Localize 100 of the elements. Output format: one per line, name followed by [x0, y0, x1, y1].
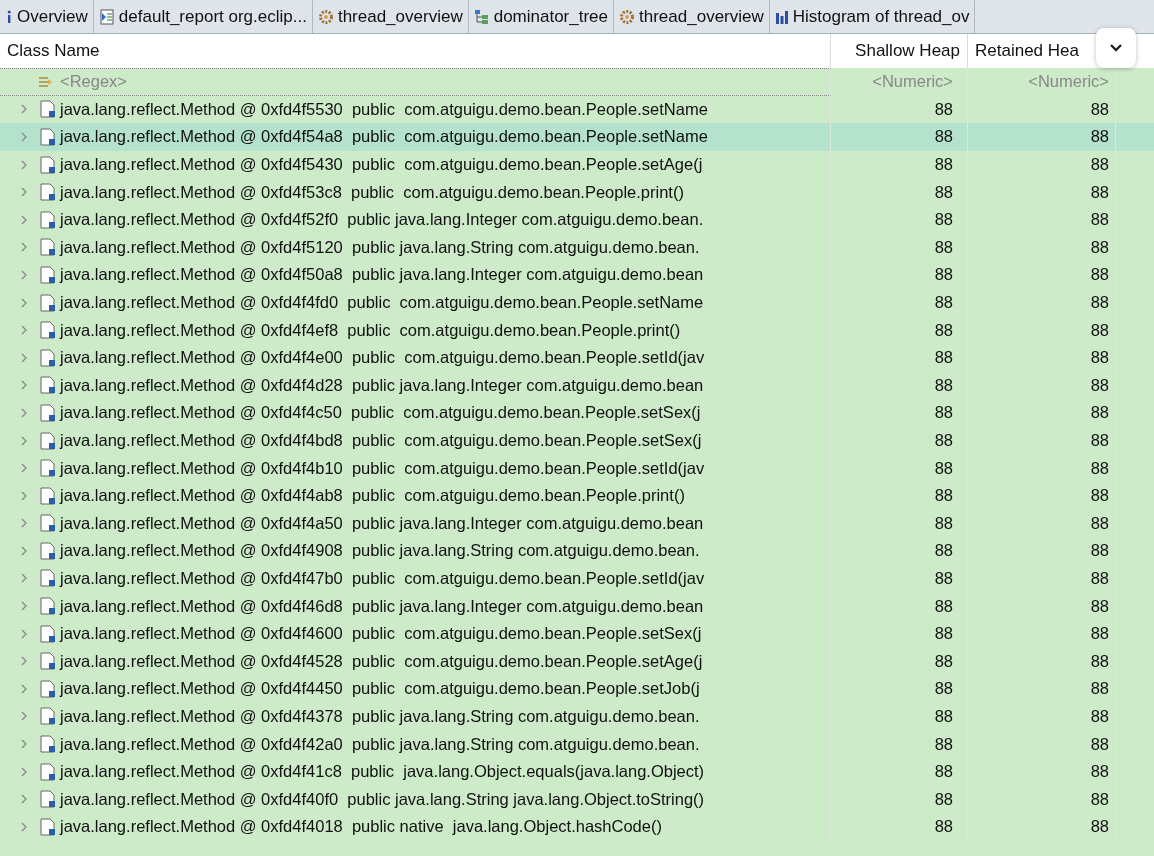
table-cell: 88: [831, 813, 968, 841]
expand-icon[interactable]: [20, 297, 28, 308]
class-name-text: java.lang.reflect.Method @ 0xfd4f4bd8 public com.atguigu.demo.bean.People.setSex(j: [60, 431, 702, 450]
column-header[interactable]: Shallow Heap: [831, 34, 968, 68]
editor-tab[interactable]: dominator_tree: [468, 0, 614, 33]
table-row[interactable]: java.lang.reflect.Method @ 0xfd4f4c50 public com.atguigu.demo.bean.People.setSex(j 88 88: [0, 399, 1154, 427]
editor-tab[interactable]: thread_overview: [312, 0, 469, 33]
expand-icon[interactable]: [20, 821, 28, 832]
table-row[interactable]: java.lang.reflect.Method @ 0xfd4f50a8 public java.lang.Integer com.atguigu.demo.bean 88 88: [0, 261, 1154, 289]
table-row[interactable]: java.lang.reflect.Method @ 0xfd4f4ab8 public com.atguigu.demo.bean.People.print() 88 88: [0, 481, 1154, 510]
class-name-text: java.lang.reflect.Method @ 0xfd4f4018 public native java.lang.Object.hashCode(): [60, 817, 662, 837]
table-row[interactable]: java.lang.reflect.Method @ 0xfd4f4600 public com.atguigu.demo.bean.People.setSex(j 88 88: [0, 619, 1154, 648]
expand-icon[interactable]: [20, 242, 28, 253]
table-row[interactable]: java.lang.reflect.Method @ 0xfd4f54a8 public com.atguigu.demo.bean.People.setName 88 88: [0, 123, 1154, 151]
object-icon: [40, 431, 56, 450]
table-cell: 88: [968, 785, 1116, 814]
table-row[interactable]: java.lang.reflect.Method @ 0xfd4f4908 public java.lang.String com.atguigu.demo.bean. 88 88: [0, 537, 1154, 565]
table-cell: 88: [831, 233, 968, 262]
table-row[interactable]: java.lang.reflect.Method @ 0xfd4f4bd8 public com.atguigu.demo.bean.People.setSex(j 88 88: [0, 426, 1154, 455]
table-row[interactable]: java.lang.reflect.Method @ 0xfd4f4a50 public java.lang.Integer com.atguigu.demo.bean 88 88: [0, 509, 1154, 538]
object-icon: [40, 348, 56, 367]
expand-icon[interactable]: [20, 187, 28, 198]
object-icon: [40, 624, 56, 643]
class-name-text: java.lang.reflect.Method @ 0xfd4f42a0 public java.lang.String com.atguigu.demo.bean.: [60, 734, 700, 754]
expand-icon[interactable]: [20, 766, 28, 777]
object-icon: [40, 762, 56, 781]
expand-icon[interactable]: [20, 573, 28, 584]
object-icon: [40, 100, 56, 119]
table-row[interactable]: java.lang.reflect.Method @ 0xfd4f4fd0 public com.atguigu.demo.bean.People.setName 88 88: [0, 288, 1154, 317]
expand-icon[interactable]: [20, 739, 28, 750]
table-row[interactable]: java.lang.reflect.Method @ 0xfd4f4528 public com.atguigu.demo.bean.People.setAge(j 88 88: [0, 647, 1154, 676]
expand-icon[interactable]: [20, 325, 28, 336]
table-cell: 88: [831, 481, 968, 510]
expand-icon[interactable]: [20, 711, 28, 722]
expand-icon[interactable]: [20, 490, 28, 501]
object-icon: [40, 293, 56, 312]
table-cell: 88: [831, 785, 968, 814]
object-icon: [40, 210, 56, 229]
column-header[interactable]: Class Name: [0, 34, 831, 68]
table-row[interactable]: java.lang.reflect.Method @ 0xfd4f42a0 public java.lang.String com.atguigu.demo.bean. 88 88: [0, 730, 1154, 758]
table-row[interactable]: java.lang.reflect.Method @ 0xfd4f47b0 public com.atguigu.demo.bean.People.setId(jav 88 88: [0, 564, 1154, 593]
expand-icon[interactable]: [20, 435, 28, 446]
editor-tab[interactable]: default_report org.eclip...: [93, 0, 313, 33]
class-name-text: java.lang.reflect.Method @ 0xfd4f4600 public com.atguigu.demo.bean.People.setSex(j: [60, 624, 702, 644]
table-cell: 88: [968, 426, 1116, 455]
expand-icon[interactable]: [20, 628, 28, 639]
table-cell: 88: [968, 647, 1116, 676]
object-icon: [40, 735, 56, 754]
table-cell: 88: [968, 702, 1116, 731]
table-row[interactable]: java.lang.reflect.Method @ 0xfd4f53c8 public com.atguigu.demo.bean.People.print() 88 88: [0, 178, 1154, 206]
class-name-text: java.lang.reflect.Method @ 0xfd4f53c8 public com.atguigu.demo.bean.People.print(): [60, 182, 684, 202]
expand-icon[interactable]: [20, 159, 28, 170]
table-cell: 88: [968, 730, 1116, 758]
expand-icon[interactable]: [20, 132, 28, 142]
table-cell: 88: [831, 261, 968, 289]
table-cell: 88: [968, 343, 1116, 372]
table-row[interactable]: java.lang.reflect.Method @ 0xfd4f5430 public com.atguigu.demo.bean.People.setAge(j 88 88: [0, 150, 1154, 179]
expand-icon[interactable]: [20, 380, 28, 391]
table-row[interactable]: java.lang.reflect.Method @ 0xfd4f40f0 public java.lang.String java.lang.Object.toString() 88 88: [0, 785, 1154, 814]
table-row[interactable]: java.lang.reflect.Method @ 0xfd4f4ef8 public com.atguigu.demo.bean.People.print() 88 88: [0, 316, 1154, 344]
table-row[interactable]: java.lang.reflect.Method @ 0xfd4f46d8 public java.lang.Integer com.atguigu.demo.bean 88 88: [0, 592, 1154, 620]
table-cell: 88: [831, 757, 968, 786]
table-row[interactable]: java.lang.reflect.Method @ 0xfd4f52f0 public java.lang.Integer com.atguigu.demo.bean. 88 88: [0, 205, 1154, 234]
table-row[interactable]: java.lang.reflect.Method @ 0xfd4f5120 public java.lang.String com.atguigu.demo.bean. 88 88: [0, 233, 1154, 262]
expand-icon[interactable]: [20, 463, 28, 474]
table-row[interactable]: java.lang.reflect.Method @ 0xfd4f41c8 public java.lang.Object.equals(java.lang.Object) 88 88: [0, 757, 1154, 786]
editor-tab[interactable]: thread_overview: [614, 0, 770, 33]
table-row[interactable]: java.lang.reflect.Method @ 0xfd4f4450 public com.atguigu.demo.bean.People.setJob(j 88 88: [0, 675, 1154, 703]
expand-icon[interactable]: [20, 683, 28, 694]
class-name-text: java.lang.reflect.Method @ 0xfd4f5530 public com.atguigu.demo.bean.People.setName: [60, 99, 708, 119]
table-row[interactable]: java.lang.reflect.Method @ 0xfd4f4d28 public java.lang.Integer com.atguigu.demo.bean 88 88: [0, 371, 1154, 400]
column-header[interactable]: Retained Hea: [975, 41, 1079, 61]
table-cell: 88: [968, 454, 1116, 482]
expand-icon[interactable]: [20, 352, 28, 363]
table-row[interactable]: java.lang.reflect.Method @ 0xfd4f4b10 public com.atguigu.demo.bean.People.setId(jav 88 88: [0, 454, 1154, 482]
table-cell: 88: [968, 481, 1116, 510]
expand-icon[interactable]: [20, 518, 28, 529]
expand-icon[interactable]: [20, 214, 28, 225]
table-cell: 88: [968, 619, 1116, 648]
table-cell: 88: [968, 757, 1116, 786]
object-icon: [40, 652, 56, 671]
table-cell: 88: [831, 564, 968, 593]
chevron-down-icon[interactable]: [1096, 28, 1136, 68]
class-name-text: java.lang.reflect.Method @ 0xfd4f4ab8 public com.atguigu.demo.bean.People.print(): [60, 486, 685, 506]
editor-tab[interactable]: Histogram of thread_ov: [769, 0, 976, 33]
expand-icon[interactable]: [20, 269, 28, 280]
table-cell: 88: [831, 537, 968, 565]
expand-icon[interactable]: [20, 407, 28, 418]
object-icon: [40, 128, 56, 146]
expand-icon[interactable]: [20, 794, 28, 805]
expand-icon[interactable]: [20, 601, 28, 612]
expand-icon[interactable]: [20, 545, 28, 556]
table-cell: 88: [831, 675, 968, 703]
table-row[interactable]: java.lang.reflect.Method @ 0xfd4f4378 public java.lang.String com.atguigu.demo.bean. 88 88: [0, 702, 1154, 731]
editor-tab[interactable]: Overview: [0, 0, 94, 33]
table-row[interactable]: java.lang.reflect.Method @ 0xfd4f4018 public native java.lang.Object.hashCode() 88 88: [0, 813, 1154, 841]
expand-icon[interactable]: [20, 656, 28, 667]
expand-icon[interactable]: [20, 104, 28, 115]
table-row[interactable]: java.lang.reflect.Method @ 0xfd4f4e00 public com.atguigu.demo.bean.People.setId(jav 88 88: [0, 343, 1154, 372]
class-name-text: java.lang.reflect.Method @ 0xfd4f4e00 public com.atguigu.demo.bean.People.setId(jav: [60, 348, 705, 368]
